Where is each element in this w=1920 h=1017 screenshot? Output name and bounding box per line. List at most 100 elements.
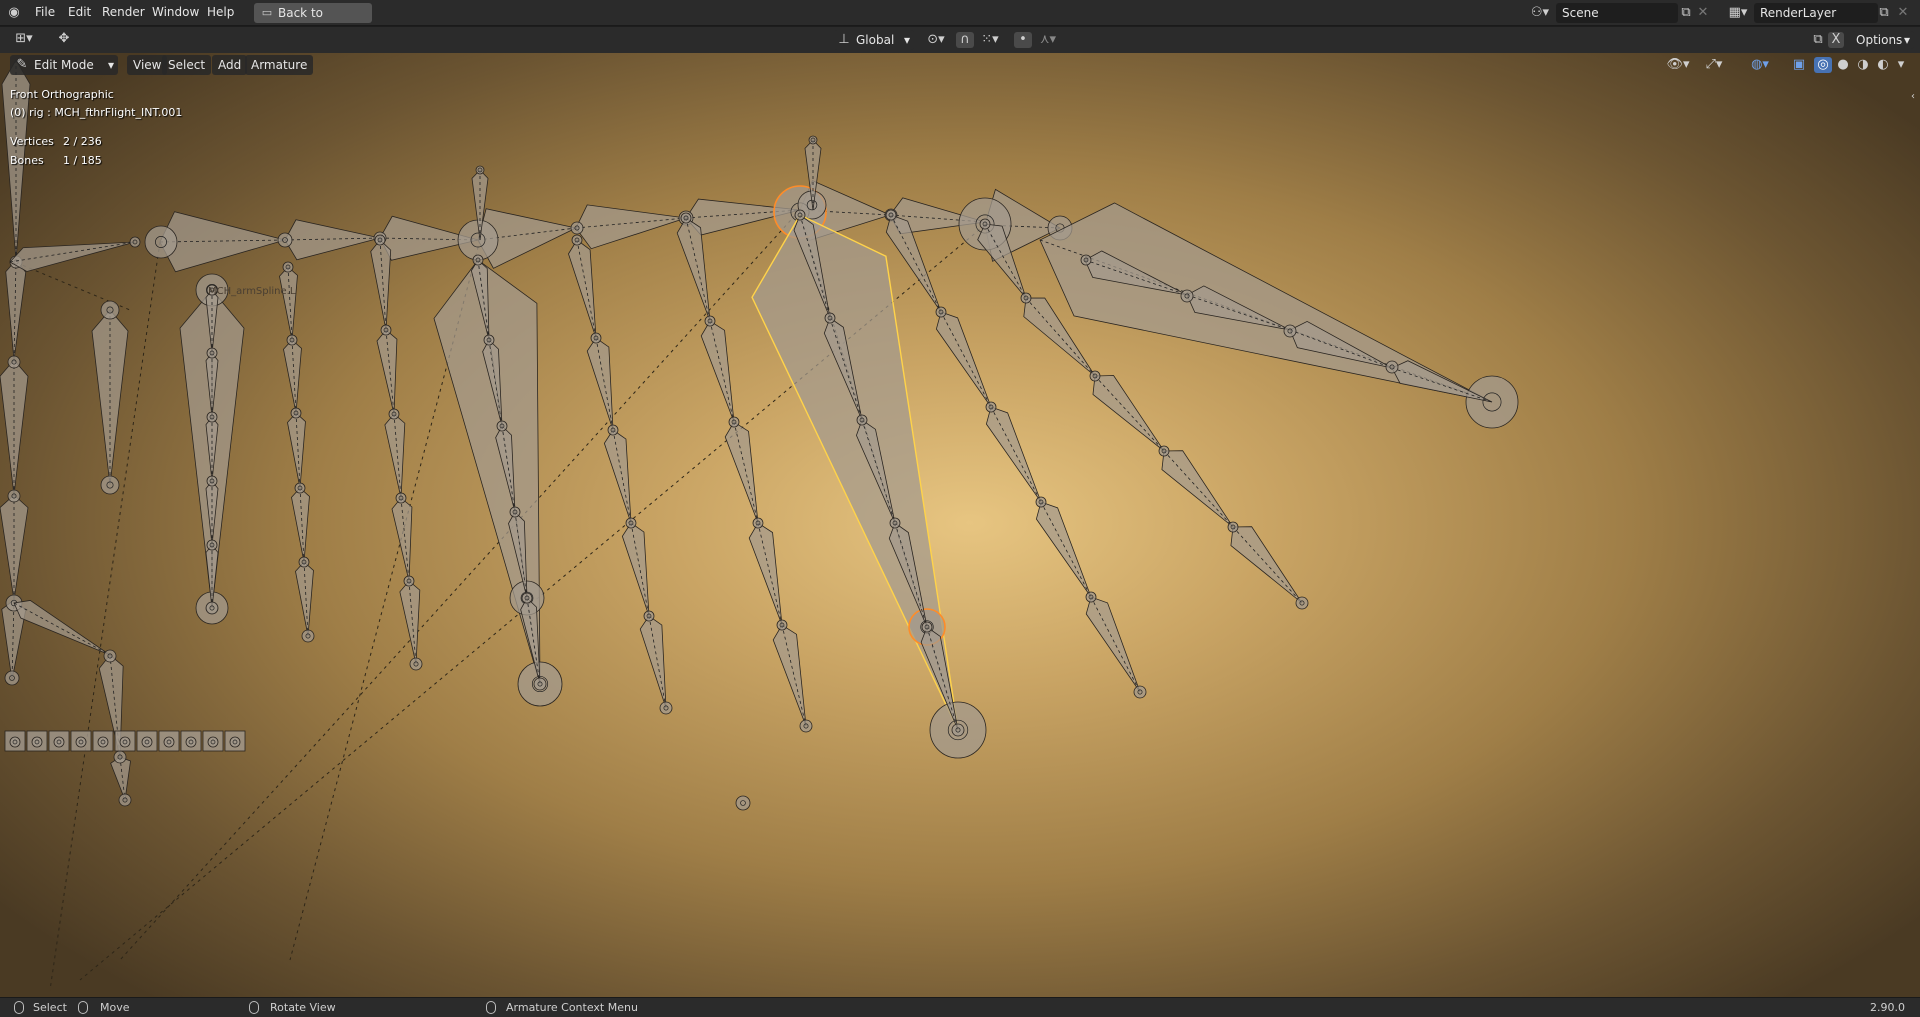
bone-joint: [298, 556, 310, 568]
pivot-icon[interactable]: ⊙▾: [922, 32, 950, 48]
status-move: Move: [100, 1001, 130, 1014]
close-icon[interactable]: X: [1828, 32, 1844, 48]
shading-options-icon[interactable]: ▾: [1894, 57, 1908, 73]
mode-dropdown[interactable]: ✎ Edit Mode ▾: [10, 55, 118, 75]
mouse-middle-icon: [78, 1001, 88, 1014]
bone: [1035, 501, 1092, 598]
bone-joint: [118, 793, 132, 807]
delete-scene-icon[interactable]: ✕: [1696, 5, 1710, 21]
bone-joint: [144, 225, 178, 259]
material-shading-icon[interactable]: ◑: [1854, 57, 1872, 73]
gizmo-icon[interactable]: ⤢▾: [1698, 57, 1730, 73]
version-label: 2.90.0: [1870, 1001, 1905, 1014]
bone-joint: [380, 324, 392, 336]
solid-shading-icon[interactable]: ●: [1834, 57, 1852, 73]
orientation-icon: ⊥: [838, 32, 850, 47]
blender-logo-icon[interactable]: ◉: [6, 5, 22, 21]
scene-field[interactable]: Scene: [1556, 3, 1678, 23]
bone-joint: [1295, 596, 1309, 610]
overlay-icon[interactable]: ◍▾: [1744, 57, 1776, 73]
menu-window[interactable]: Window: [152, 5, 199, 19]
menu-render[interactable]: Render: [102, 5, 145, 19]
bone: [1230, 526, 1303, 604]
new-layer-icon[interactable]: ⧉: [1876, 5, 1892, 21]
status-rotate-view: Rotate View: [270, 1001, 336, 1014]
delete-layer-icon[interactable]: ✕: [1896, 5, 1910, 21]
bone-joint: [388, 408, 400, 420]
bone: [621, 522, 650, 617]
bone-joint: [206, 411, 218, 423]
bone: [586, 337, 614, 431]
bone-joint: [521, 592, 533, 604]
bone-joint: [921, 621, 933, 633]
bone: [603, 429, 632, 524]
bone-joint: [985, 401, 997, 413]
bone: [0, 494, 29, 601]
bone-joint: [31, 736, 43, 748]
render-layer-icon[interactable]: ▦▾: [1724, 5, 1752, 21]
view-name: Front Orthographic: [10, 88, 114, 101]
armature-menu[interactable]: Armature: [245, 55, 314, 75]
proportional-icon[interactable]: •: [1014, 32, 1032, 48]
top-menu-bar: ◉ File Edit Render Window Help ▭ Back to…: [0, 0, 1920, 40]
back-to-previous-button[interactable]: ▭ Back to Previous: [254, 3, 372, 40]
scene-icon[interactable]: ⚇▾: [1526, 5, 1554, 21]
bone-joint: [163, 736, 175, 748]
bone-joint: [889, 517, 901, 529]
move-tool-icon[interactable]: ✥: [54, 31, 74, 47]
new-scene-icon[interactable]: ⧉: [1678, 5, 1694, 21]
options-dropdown[interactable]: Options ▾: [1852, 31, 1914, 49]
transform-orientation-dropdown[interactable]: ⊥ Global ▾: [834, 30, 914, 50]
sidebar-toggle-icon[interactable]: ‹: [1908, 89, 1918, 105]
proportional-falloff-icon[interactable]: ⋏▾: [1034, 32, 1062, 48]
bone: [287, 412, 306, 489]
visibility-icon[interactable]: 👁▾: [1662, 57, 1694, 73]
snap-icon[interactable]: ∩: [956, 32, 974, 48]
editor-type-icon[interactable]: ⊞▾: [8, 31, 40, 47]
bone-joint: [625, 517, 637, 529]
add-menu[interactable]: Add: [212, 55, 248, 75]
select-menu[interactable]: Select: [162, 55, 212, 75]
bone-joint: [935, 306, 947, 318]
bone-joint: [752, 517, 764, 529]
bone: [935, 311, 992, 408]
bone-joint: [113, 750, 127, 764]
bone-joint: [704, 315, 716, 327]
rendered-shading-icon[interactable]: ◐: [1874, 57, 1892, 73]
bone-joint: [4, 670, 20, 686]
bone-joint: [571, 234, 583, 246]
bone-joint: [229, 736, 241, 748]
status-bar: Select Move Rotate View Armature Context…: [0, 997, 1920, 1017]
bone-joint: [205, 601, 219, 615]
bone-joint: [735, 795, 751, 811]
bone: [1161, 450, 1234, 528]
status-context-menu: Armature Context Menu: [506, 1001, 638, 1014]
render-layer-field[interactable]: RenderLayer: [1754, 3, 1878, 23]
bone-joint: [475, 165, 485, 175]
bone-joint: [206, 347, 218, 359]
menu-help[interactable]: Help: [207, 5, 234, 19]
3d-viewport[interactable]: ✎ Edit Mode ▾ View Select Add Armature 👁…: [0, 53, 1920, 997]
object-info: (0) rig : MCH_fthrFlight_INT.001: [10, 106, 183, 119]
bone-joint: [1227, 521, 1239, 533]
bone-joint: [824, 312, 836, 324]
bone-joint: [1080, 254, 1092, 266]
bone: [295, 561, 314, 637]
stat-vertices-label: Vertices: [10, 135, 54, 148]
mode-value: Edit Mode: [34, 58, 94, 72]
bone: [985, 406, 1042, 503]
orientation-value: Global: [856, 33, 895, 47]
bone: [772, 624, 807, 727]
bone-joint: [100, 475, 120, 495]
xray-icon[interactable]: ▣: [1790, 57, 1808, 73]
snap-target-icon[interactable]: ⁙▾: [976, 32, 1004, 48]
menu-file[interactable]: File: [35, 5, 55, 19]
bone-joint: [570, 221, 584, 235]
bone-joint: [395, 492, 407, 504]
bone-joint: [286, 334, 298, 346]
bone-joint: [129, 236, 141, 248]
bone: [575, 204, 687, 250]
wireframe-shading-icon[interactable]: ◎: [1814, 57, 1832, 73]
menu-edit[interactable]: Edit: [68, 5, 91, 19]
overlay-toggle-icon[interactable]: ⧉: [1810, 32, 1826, 48]
